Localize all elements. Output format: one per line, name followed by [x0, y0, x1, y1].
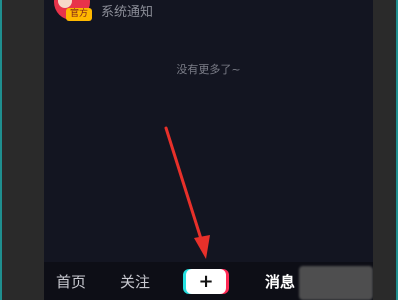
no-more-text: 没有更多了~	[176, 63, 241, 76]
frame-left-border	[0, 0, 44, 300]
system-notification-row[interactable]: 官方 系统通知	[44, 0, 373, 28]
red-arrow-icon	[164, 126, 210, 259]
frame-right-border	[373, 0, 398, 300]
create-button[interactable]: +	[186, 269, 226, 294]
tab-home[interactable]: 首页	[56, 272, 86, 292]
notification-title: 系统通知	[101, 5, 154, 20]
tab-follow[interactable]: 关注	[120, 272, 150, 292]
plus-icon: +	[198, 271, 214, 292]
official-badge: 官方	[66, 8, 92, 21]
blurred-region	[299, 266, 373, 300]
tab-messages[interactable]: 消息	[265, 272, 295, 292]
phone-screen: 官方 系统通知 没有更多了~ 首页 关注 + 消息	[44, 0, 373, 300]
